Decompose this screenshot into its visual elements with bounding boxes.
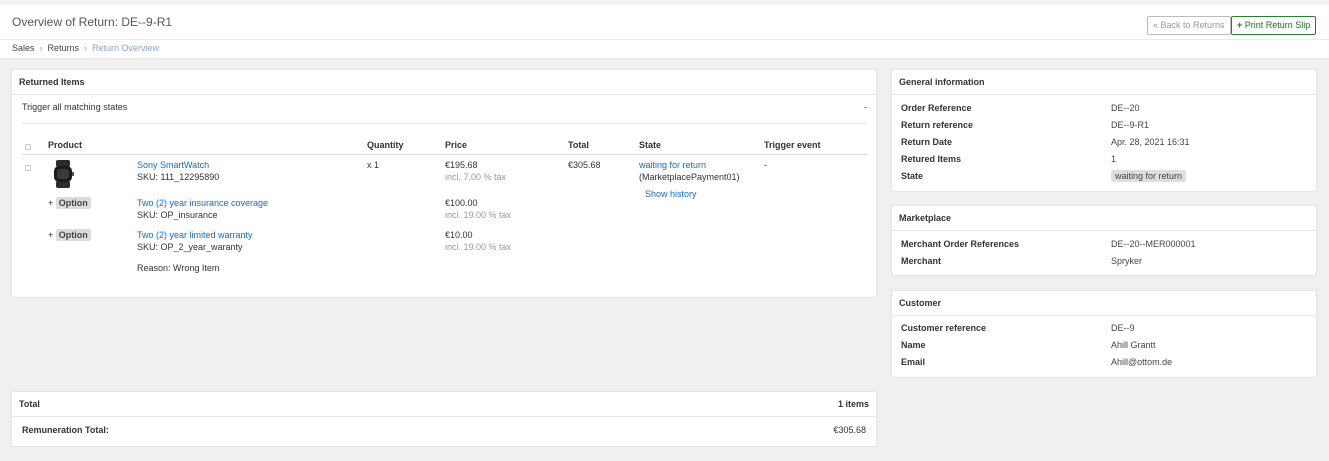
breadcrumb-sales[interactable]: Sales (12, 43, 35, 53)
plus-icon: + (1237, 20, 1243, 30)
customer-email-label: Email (901, 357, 926, 367)
trigger-all-label: Trigger all matching states (22, 102, 128, 112)
option-row: + Option (48, 197, 91, 209)
column-trigger-event: Trigger event (764, 140, 821, 150)
option-tax: incl. 19.00 % tax (445, 242, 512, 252)
option-badge: Option (55, 229, 91, 241)
item-price: €195.68 (445, 160, 478, 170)
page-title: Overview of Return: DE--9-R1 (12, 15, 173, 29)
trigger-all-value[interactable]: - (864, 102, 867, 112)
breadcrumb-return-overview: Return Overview (92, 43, 160, 53)
general-information-title: General information (892, 70, 1316, 95)
breadcrumb-returns[interactable]: Returns (48, 43, 80, 53)
remuneration-total-label: Remuneration Total: (22, 425, 109, 435)
option-sku: SKU: OP_insurance (137, 210, 218, 220)
general-information-panel: General information Order Reference DE--… (891, 69, 1317, 192)
return-reference-value: DE--9-R1 (1111, 120, 1150, 130)
returned-items-title: Returned Items (12, 70, 876, 95)
option-price: €100.00 (445, 198, 478, 208)
marketplace-title: Marketplace (892, 206, 1316, 231)
item-trigger-event: - (764, 160, 767, 170)
item-total: €305.68 (568, 160, 601, 170)
option-badge: Option (55, 197, 91, 209)
state-label: State (901, 171, 924, 181)
option-name-link[interactable]: Two (2) year insurance coverage (137, 198, 268, 208)
merchant-order-references-label: Merchant Order References (901, 239, 1020, 249)
returned-items-panel: Returned Items Trigger all matching stat… (11, 69, 877, 298)
totals-panel: Total 1 items Remuneration Total: €305.6… (11, 391, 877, 447)
item-quantity: x 1 (367, 160, 380, 170)
column-product: Product (48, 140, 83, 150)
customer-reference-link[interactable]: DE--9 (1111, 323, 1135, 333)
item-tax: incl. 7.00 % tax (445, 172, 507, 182)
items-count: 1 items (837, 399, 869, 409)
customer-panel: Customer Customer reference DE--9 Name A… (891, 290, 1317, 378)
item-checkbox[interactable] (25, 165, 31, 171)
customer-name-label: Name (901, 340, 926, 350)
merchant-label: Merchant (901, 256, 942, 266)
smartwatch-image (54, 160, 74, 188)
option-name-link[interactable]: Two (2) year limited warranty (137, 230, 253, 240)
column-state: State (639, 140, 662, 150)
customer-email-value: Ahill@ottom.de (1111, 357, 1173, 367)
page-header: Overview of Return: DE--9-R1 « Back to R… (0, 5, 1329, 59)
customer-reference-label: Customer reference (901, 323, 987, 333)
chevron-right-icon: › (39, 43, 43, 53)
plus-icon: + (48, 198, 54, 208)
return-date-value: Apr. 28, 2021 16:31 (1111, 137, 1190, 147)
customer-title: Customer (892, 291, 1316, 316)
merchant-link[interactable]: Spryker (1111, 256, 1142, 266)
print-return-slip-label: Print Return Slip (1244, 20, 1311, 30)
table-header-divider (22, 154, 867, 155)
back-to-returns-button[interactable]: « Back to Returns (1147, 16, 1231, 35)
option-tax: incl. 19.00 % tax (445, 210, 512, 220)
select-all-checkbox[interactable] (25, 144, 31, 150)
remuneration-total-value: €305.68 (833, 425, 866, 435)
state-badge: waiting for return (1111, 170, 1187, 182)
trigger-all-row: Trigger all matching states - (22, 102, 867, 124)
option-sku: SKU: OP_2_year_waranty (137, 242, 243, 252)
show-history-link[interactable]: Show history (645, 189, 697, 199)
totals-title: Total (12, 392, 876, 417)
header-divider (0, 39, 1329, 40)
order-reference-link[interactable]: DE--20 (1111, 103, 1140, 113)
returned-items-count-label: Retured Items (901, 154, 962, 164)
item-state-process: (MarketplacePayment01) (639, 172, 740, 182)
return-reference-label: Return reference (901, 120, 974, 130)
return-date-label: Return Date (901, 137, 953, 147)
print-return-slip-button[interactable]: + Print Return Slip (1231, 16, 1317, 35)
return-reason: Reason: Wrong Item (137, 263, 220, 273)
merchant-order-references-value: DE--20--MER000001 (1111, 239, 1196, 249)
order-reference-label: Order Reference (901, 103, 972, 113)
plus-icon: + (48, 230, 54, 240)
returned-items-count-value: 1 (1111, 154, 1117, 164)
product-thumbnail[interactable] (48, 159, 78, 189)
marketplace-panel: Marketplace Merchant Order References DE… (891, 205, 1317, 276)
option-row: + Option (48, 229, 91, 241)
column-quantity: Quantity (367, 140, 404, 150)
column-price: Price (445, 140, 468, 150)
product-sku: SKU: 111_12295890 (137, 172, 220, 182)
item-state-link[interactable]: waiting for return (639, 160, 706, 170)
chevron-right-icon: › (84, 43, 88, 53)
product-name-link[interactable]: Sony SmartWatch (137, 160, 209, 170)
column-total: Total (568, 140, 589, 150)
customer-name-value: Ahill Grantt (1111, 340, 1156, 350)
breadcrumb: Sales › Returns › Return Overview (12, 43, 159, 53)
option-price: €10.00 (445, 230, 473, 240)
